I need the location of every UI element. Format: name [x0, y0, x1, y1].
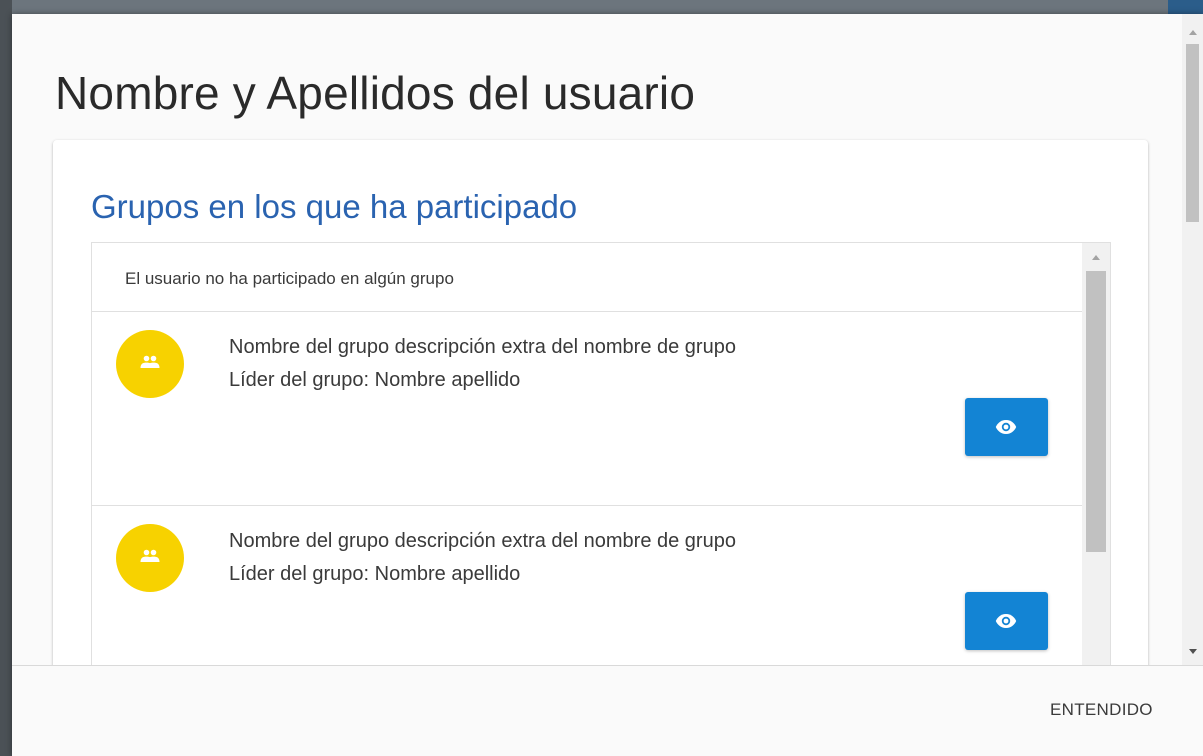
empty-groups-text: El usuario no ha participado en algún gr…	[125, 269, 454, 288]
groups-card: Grupos en los que ha participado El usua…	[53, 140, 1148, 665]
group-icon	[140, 355, 160, 368]
view-group-button[interactable]	[965, 398, 1048, 456]
group-icon	[140, 549, 160, 562]
background-page-corner	[1168, 0, 1203, 14]
group-name: Nombre del grupo descripción extra del n…	[229, 530, 736, 552]
background-page-edge	[0, 0, 12, 756]
group-list-item: Nombre del grupo descripción extra del n…	[92, 312, 1082, 506]
view-group-button[interactable]	[965, 592, 1048, 650]
group-avatar	[116, 524, 184, 592]
dialog-scroll-thumb[interactable]	[1186, 44, 1199, 222]
group-leader: Líder del grupo: Nombre apellido	[229, 369, 521, 391]
scroll-up-arrow-icon[interactable]	[1092, 255, 1100, 260]
group-avatar	[116, 330, 184, 398]
eye-icon	[995, 614, 1017, 628]
groups-heading: Grupos en los que ha participado	[91, 188, 578, 225]
groups-list-scrollbar[interactable]	[1082, 243, 1110, 665]
user-groups-dialog: Nombre y Apellidos del usuario Grupos en…	[12, 14, 1203, 756]
empty-groups-message: El usuario no ha participado en algún gr…	[92, 243, 1082, 312]
group-list-item: Nombre del grupo descripción extra del n…	[92, 506, 1082, 665]
scroll-up-arrow-icon[interactable]	[1189, 30, 1197, 35]
dialog-actions: ENTENDIDO	[12, 665, 1203, 756]
eye-icon	[995, 420, 1017, 434]
group-leader: Líder del grupo: Nombre apellido	[229, 563, 521, 585]
dialog-scrollbar[interactable]	[1182, 14, 1203, 665]
groups-list: El usuario no ha participado en algún gr…	[91, 242, 1111, 665]
group-name: Nombre del grupo descripción extra del n…	[229, 336, 736, 358]
scroll-down-arrow-icon[interactable]	[1189, 649, 1197, 654]
dialog-content: Nombre y Apellidos del usuario Grupos en…	[12, 14, 1182, 665]
groups-list-scroll-thumb[interactable]	[1086, 271, 1106, 552]
dialog-title: Nombre y Apellidos del usuario	[55, 67, 696, 119]
ok-button[interactable]: ENTENDIDO	[1042, 690, 1161, 730]
